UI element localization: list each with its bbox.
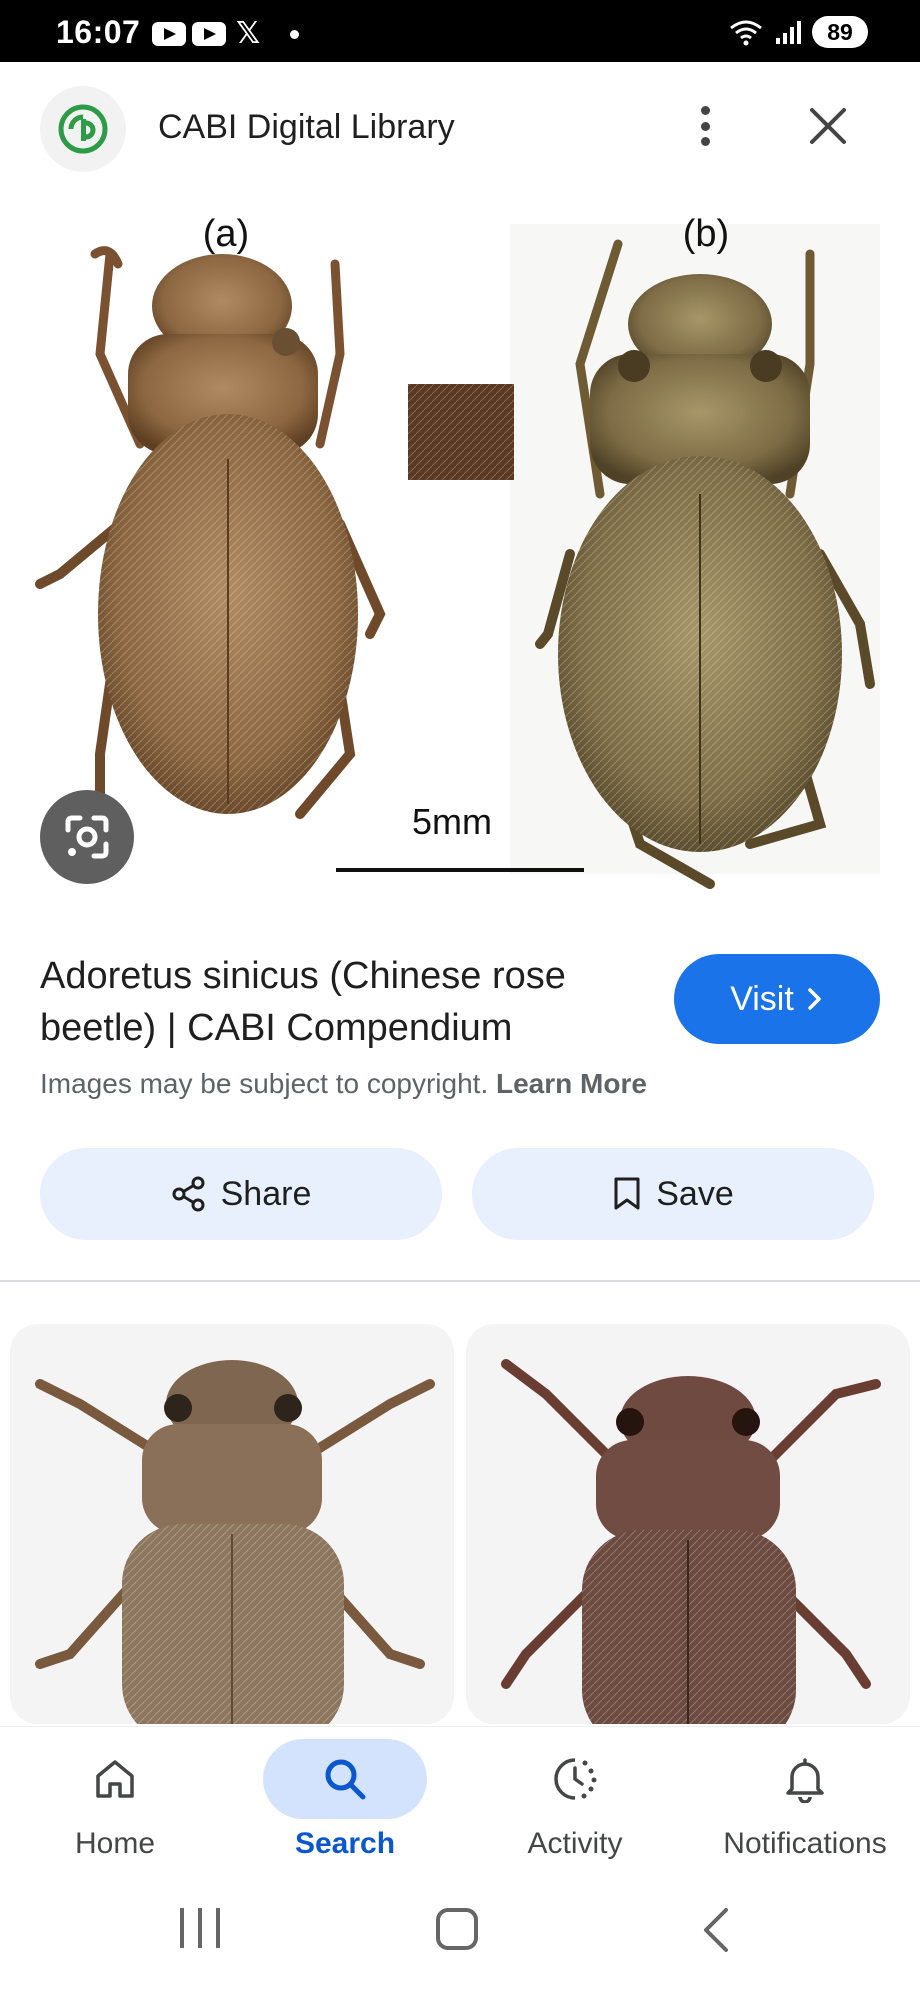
status-bar: 16:07 𝕏 89 (0, 0, 920, 62)
bottom-navigation: Home Search Activity Notifications (0, 1726, 920, 1886)
share-icon (172, 1176, 205, 1212)
lens-icon (65, 815, 109, 859)
related-image-thumbnail[interactable] (10, 1324, 454, 1724)
visit-button[interactable]: Visit (674, 954, 880, 1044)
notification-icons: 𝕏 (152, 17, 300, 50)
save-label: Save (656, 1174, 734, 1213)
google-lens-button[interactable] (40, 790, 134, 884)
copyright-text: Images may be subject to copyright. (40, 1068, 489, 1099)
related-image-thumbnail[interactable] (466, 1324, 910, 1724)
battery-indicator: 89 (812, 16, 868, 48)
close-icon[interactable] (806, 104, 850, 148)
result-title[interactable]: Adoretus sinicus (Chinese rose beetle) |… (40, 950, 670, 1054)
label-b: (b) (683, 213, 729, 255)
x-icon: 𝕏 (236, 17, 261, 50)
more-options-icon[interactable] (690, 102, 720, 150)
activity-icon (554, 1758, 597, 1800)
nav-activity[interactable]: Activity (460, 1739, 690, 1879)
bookmark-icon (614, 1177, 640, 1210)
result-image[interactable]: (a) (b) 5mm (0, 194, 920, 910)
nav-activity-label: Activity (527, 1827, 623, 1860)
youtube-icon (192, 22, 226, 46)
nav-search-label: Search (294, 1827, 396, 1860)
system-navigation-bar (0, 1886, 920, 1993)
wifi-icon (728, 18, 764, 46)
site-title[interactable]: CABI Digital Library (158, 108, 455, 147)
nav-home-label: Home (74, 1827, 156, 1860)
nav-home[interactable]: Home (0, 1739, 230, 1879)
share-label: Share (220, 1174, 312, 1213)
chevron-right-icon (808, 988, 821, 1010)
learn-more-link[interactable]: Learn More (496, 1068, 647, 1099)
beetle-a-illustration (35, 246, 386, 819)
share-button[interactable]: Share (40, 1148, 442, 1240)
site-logo[interactable] (40, 86, 126, 172)
dot-icon (290, 29, 300, 39)
nav-search[interactable]: Search (230, 1739, 460, 1879)
youtube-icon (152, 22, 186, 46)
cabi-logo-icon (58, 104, 108, 154)
copyright-notice: Images may be subject to copyright. Lear… (40, 1068, 647, 1100)
status-time: 16:07 (56, 14, 141, 50)
search-icon (325, 1759, 366, 1800)
label-a: (a) (203, 213, 249, 255)
nav-notifications-label: Notifications (723, 1827, 887, 1860)
home-button[interactable] (436, 1908, 478, 1950)
viewer-header: CABI Digital Library (0, 62, 920, 194)
system-status: 89 (728, 16, 868, 48)
section-divider (0, 1280, 920, 1282)
save-button[interactable]: Save (472, 1148, 874, 1240)
recents-button[interactable] (180, 1908, 220, 1948)
visit-label: Visit (730, 979, 794, 1018)
back-button[interactable] (700, 1906, 732, 1954)
signal-icon (774, 18, 802, 46)
nav-notifications[interactable]: Notifications (690, 1739, 920, 1879)
home-icon (96, 1760, 134, 1798)
bell-icon (786, 1758, 824, 1803)
scale-label: 5mm (412, 801, 492, 842)
